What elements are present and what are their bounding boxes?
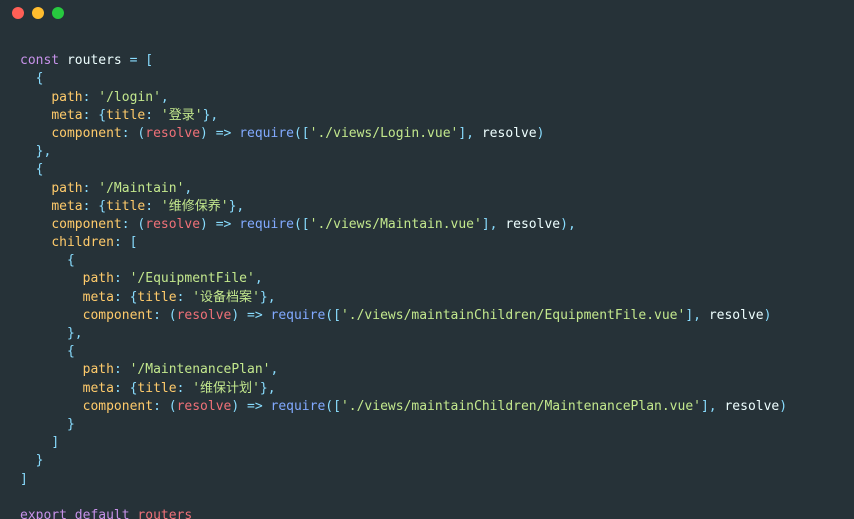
export-identifier: routers (137, 508, 192, 519)
prop-component: component (51, 126, 121, 141)
code-line: component: (resolve) => require(['./view… (20, 399, 787, 414)
code-line: { (20, 253, 75, 268)
code-line: children: [ (20, 235, 137, 250)
code-line: component: (resolve) => require(['./view… (20, 308, 771, 323)
code-line: ] (20, 435, 59, 450)
param-resolve: resolve (145, 126, 200, 141)
component-src: ./views/maintainChildren/MaintenancePlan… (349, 399, 693, 414)
code-line: path: '/EquipmentFile', (20, 271, 263, 286)
code-line: export default routers (20, 508, 192, 519)
route-title: 维修保养 (169, 199, 221, 214)
code-line: meta: {title: '维保计划'}, (20, 381, 276, 396)
code-line: { (20, 344, 75, 359)
code-area: const routers = [ { path: '/login', meta… (0, 26, 854, 519)
prop-children: children (51, 235, 114, 250)
route-title: 维保计划 (200, 381, 252, 396)
code-line: path: '/login', (20, 90, 169, 105)
route-title: 登录 (169, 108, 195, 123)
prop-path: path (51, 90, 82, 105)
route-path: /login (106, 90, 153, 105)
code-line: }, (20, 144, 51, 159)
code-line: meta: {title: '维修保养'}, (20, 199, 244, 214)
code-line: } (20, 453, 43, 468)
maximize-icon[interactable] (52, 7, 64, 19)
route-title: 设备档案 (200, 290, 252, 305)
code-line: component: (resolve) => require(['./view… (20, 217, 576, 232)
component-src: ./views/Login.vue (317, 126, 450, 141)
component-src: ./views/Maintain.vue (317, 217, 474, 232)
code-line: } (20, 417, 75, 432)
title-bar (0, 0, 854, 26)
route-path: /MaintenancePlan (137, 362, 262, 377)
code-line: { (20, 71, 43, 86)
route-path: /EquipmentFile (137, 271, 247, 286)
component-src: ./views/maintainChildren/EquipmentFile.v… (349, 308, 678, 323)
code-line: meta: {title: '登录'}, (20, 108, 218, 123)
code-line: path: '/MaintenancePlan', (20, 362, 278, 377)
keyword-export: export (20, 508, 67, 519)
keyword-default: default (75, 508, 130, 519)
arg-resolve: resolve (482, 126, 537, 141)
fn-require: require (239, 126, 294, 141)
code-line: }, (20, 326, 83, 341)
code-line: path: '/Maintain', (20, 181, 192, 196)
code-line: { (20, 162, 43, 177)
code-line: ] (20, 472, 28, 487)
code-snippet-window: const routers = [ { path: '/login', meta… (0, 0, 854, 519)
route-path: /Maintain (106, 181, 176, 196)
close-icon[interactable] (12, 7, 24, 19)
code-line: component: (resolve) => require(['./view… (20, 126, 544, 141)
prop-title: title (106, 108, 145, 123)
code-line: meta: {title: '设备档案'}, (20, 290, 276, 305)
prop-meta: meta (51, 108, 82, 123)
minimize-icon[interactable] (32, 7, 44, 19)
keyword-const: const (20, 53, 59, 68)
identifier-routers: routers (67, 53, 122, 68)
code-line: const routers = [ (20, 53, 153, 68)
